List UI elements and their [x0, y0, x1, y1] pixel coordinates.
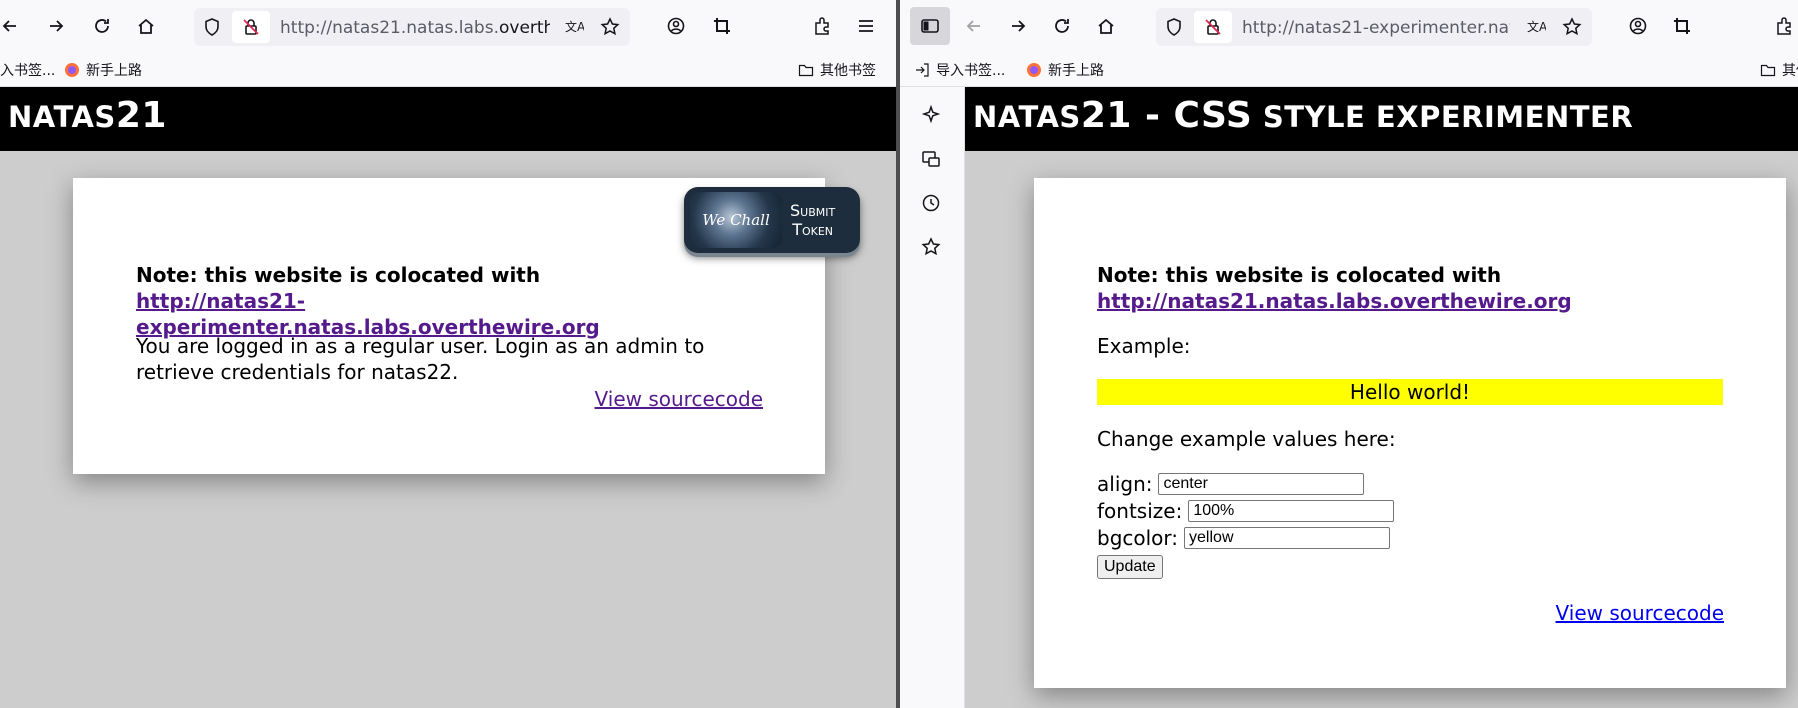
bookmark-import[interactable]: 入书签...	[0, 60, 55, 80]
bookmarks-star-icon[interactable]	[920, 236, 946, 262]
natas-header: NATAS21 - CSS STYLE EXPERIMENTER	[965, 87, 1798, 151]
experimenter-link[interactable]: http://natas21-experimenter.natas.labs.o…	[136, 289, 600, 339]
reload-icon[interactable]	[1046, 10, 1078, 42]
folder-icon	[798, 64, 814, 77]
bookmarks-bar: 导入书签... 新手上路 其他	[900, 52, 1798, 87]
natas21-link[interactable]: http://natas21.natas.labs.overthewire.or…	[1097, 289, 1572, 313]
shield-icon[interactable]	[1158, 11, 1190, 43]
back-icon[interactable]	[0, 10, 26, 42]
reload-icon[interactable]	[86, 10, 118, 42]
folder-icon	[1760, 64, 1776, 77]
browser-window-right: http://natas21-experimenter.nata 文A 导入书签…	[900, 0, 1798, 708]
align-row: align:	[1097, 472, 1365, 496]
hello-world-example: Hello world!	[1097, 379, 1723, 405]
firefox-icon	[65, 63, 79, 77]
browser-toolbar: http://natas21.natas.labs.overthew 文A	[0, 0, 896, 52]
synced-tabs-icon[interactable]	[920, 148, 946, 174]
colocated-note: Note: this website is colocated with htt…	[1097, 263, 1572, 313]
home-icon[interactable]	[1090, 10, 1122, 42]
bookmark-newbie[interactable]: 新手上路	[64, 60, 142, 80]
fontsize-input[interactable]	[1188, 500, 1395, 522]
account-icon[interactable]	[1622, 10, 1654, 42]
natas-header: NATAS21	[0, 87, 896, 151]
translate-icon[interactable]: 文A	[558, 11, 590, 43]
url-text[interactable]: http://natas21.natas.labs.overthew	[280, 18, 550, 38]
browser-window-left: http://natas21.natas.labs.overthew 文A 入书…	[0, 0, 896, 708]
bookmark-other[interactable]: 其他	[1760, 60, 1798, 80]
ai-sparkle-icon[interactable]	[920, 104, 946, 130]
browser-toolbar: http://natas21-experimenter.nata 文A	[900, 0, 1798, 52]
crop-icon[interactable]	[706, 10, 738, 42]
align-input[interactable]	[1158, 473, 1365, 495]
import-icon	[916, 63, 929, 77]
bookmark-other[interactable]: 其他书签	[798, 60, 876, 80]
browser-sidebar	[900, 87, 965, 708]
insecure-lock-icon[interactable]	[1194, 11, 1232, 43]
firefox-icon	[1027, 63, 1041, 77]
forward-icon[interactable]	[1002, 10, 1034, 42]
example-label: Example:	[1097, 334, 1191, 358]
extensions-icon[interactable]	[806, 10, 838, 42]
bookmark-star-icon[interactable]	[594, 11, 626, 43]
wechall-logo: We Chall	[690, 192, 782, 248]
menu-icon[interactable]	[850, 10, 882, 42]
colocated-note: Note: this website is colocated with htt…	[136, 263, 600, 339]
account-icon[interactable]	[660, 10, 692, 42]
sidebar-toggle-icon[interactable]	[910, 7, 950, 45]
svg-text:文A: 文A	[1527, 19, 1546, 34]
url-text[interactable]: http://natas21-experimenter.nata	[1242, 18, 1510, 38]
translate-icon[interactable]: 文A	[1520, 11, 1552, 43]
page-title: NATAS21 - CSS STYLE EXPERIMENTER	[973, 95, 1634, 136]
wechall-submit-token-button[interactable]: We Chall Submit Token	[684, 187, 860, 253]
view-sourcecode-link[interactable]: View sourcecode	[595, 387, 763, 411]
url-bar[interactable]: http://natas21.natas.labs.overthew 文A	[194, 8, 630, 46]
bookmark-newbie[interactable]: 新手上路	[1026, 60, 1104, 80]
bgcolor-row: bgcolor:	[1097, 526, 1391, 550]
page-title: NATAS21	[8, 95, 167, 136]
bookmark-star-icon[interactable]	[1556, 11, 1588, 43]
extensions-icon[interactable]	[1768, 10, 1798, 42]
url-bar[interactable]: http://natas21-experimenter.nata 文A	[1156, 8, 1592, 46]
change-values-label: Change example values here:	[1097, 427, 1396, 451]
update-button[interactable]: Update	[1097, 555, 1163, 579]
shield-icon[interactable]	[196, 11, 228, 43]
svg-text:文A: 文A	[565, 19, 584, 34]
login-message: You are logged in as a regular user. Log…	[136, 334, 705, 384]
forward-icon[interactable]	[40, 10, 72, 42]
view-sourcecode-link[interactable]: View sourcecode	[1556, 601, 1724, 625]
bookmarks-bar: 入书签... 新手上路 其他书签	[0, 52, 896, 87]
insecure-lock-icon[interactable]	[232, 11, 270, 43]
bgcolor-input[interactable]	[1184, 527, 1391, 549]
history-clock-icon[interactable]	[920, 192, 946, 218]
content-card: Note: this website is colocated with htt…	[1034, 178, 1786, 688]
crop-icon[interactable]	[1666, 10, 1698, 42]
fontsize-row: fontsize:	[1097, 499, 1395, 523]
home-icon[interactable]	[130, 10, 162, 42]
bookmark-import[interactable]: 导入书签...	[914, 60, 1005, 80]
back-icon[interactable]	[958, 10, 990, 42]
